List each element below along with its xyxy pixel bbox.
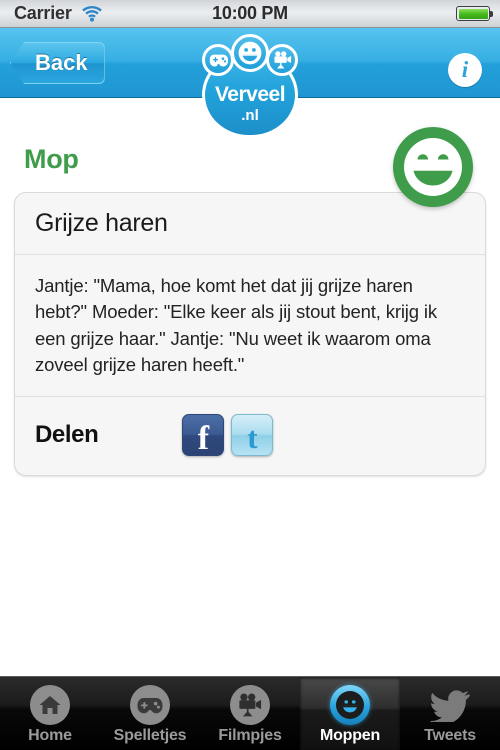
clock-label: 10:00 PM <box>212 3 288 23</box>
status-bar: Carrier 10:00 PM <box>0 0 500 28</box>
tab-home-label: Home <box>28 727 72 744</box>
facebook-share-button[interactable]: f <box>182 414 225 457</box>
joke-card-footer: Delen f t <box>15 397 485 475</box>
smiley-icon <box>330 685 370 725</box>
tab-filmpjes-label: Filmpjes <box>218 727 282 744</box>
tab-home[interactable]: Home <box>0 677 100 750</box>
joke-title: Grijze haren <box>35 209 168 237</box>
tab-home-icon-wrap <box>29 684 71 726</box>
tab-spelletjes-icon-wrap <box>129 684 171 726</box>
logo-word: Verveel <box>214 82 286 106</box>
info-button[interactable]: i <box>448 53 482 87</box>
battery-fill <box>458 8 488 19</box>
tab-bar: Home Spelletjes Filmpjes Moppen Tweets <box>0 676 500 750</box>
film-camera-icon <box>230 685 270 725</box>
tab-spelletjes[interactable]: Spelletjes <box>100 677 200 750</box>
gamepad-icon <box>202 44 234 76</box>
status-bar-right <box>456 6 493 21</box>
twitter-share-button[interactable]: t <box>231 414 274 457</box>
tab-tweets-label: Tweets <box>424 727 476 744</box>
tab-spelletjes-label: Spelletjes <box>113 727 187 744</box>
share-label: Delen <box>35 421 99 449</box>
tab-moppen[interactable]: Moppen <box>300 677 400 750</box>
tab-filmpjes[interactable]: Filmpjes <box>200 677 300 750</box>
battery-icon <box>456 6 493 21</box>
twitter-icon: t <box>247 420 258 456</box>
smiley-icon-face <box>336 691 364 719</box>
gamepad-icon <box>130 685 170 725</box>
tab-filmpjes-icon-wrap <box>229 684 271 726</box>
tab-moppen-label: Moppen <box>319 727 381 744</box>
content-area: Mop Grijze haren Jantje: "Mama, hoe komt… <box>0 98 500 676</box>
joke-card: Grijze haren Jantje: "Mama, hoe komt het… <box>14 192 486 477</box>
home-icon <box>30 685 70 725</box>
page-title: Mop <box>24 144 79 174</box>
joke-card-body: Jantje: "Mama, hoe komt het dat jij grij… <box>15 255 485 398</box>
twitter-bird-icon <box>430 690 470 722</box>
tab-moppen-icon-wrap <box>329 684 371 726</box>
film-camera-icon <box>266 44 298 76</box>
app-screen: Carrier 10:00 PM Back i Verveel .nl Mop … <box>0 0 500 750</box>
green-smiley-icon <box>390 124 476 210</box>
logo-tld: .nl <box>241 106 259 124</box>
share-icon-group: f t <box>182 414 274 457</box>
verveel-logo[interactable]: Verveel .nl <box>196 30 304 140</box>
smiley-icon <box>231 34 269 72</box>
back-button[interactable]: Back <box>10 42 105 84</box>
facebook-icon: f <box>197 420 210 457</box>
tab-tweets-icon-wrap <box>429 684 471 726</box>
joke-text: Jantje: "Mama, hoe komt het dat jij grij… <box>35 275 437 375</box>
tab-tweets[interactable]: Tweets <box>400 677 500 750</box>
